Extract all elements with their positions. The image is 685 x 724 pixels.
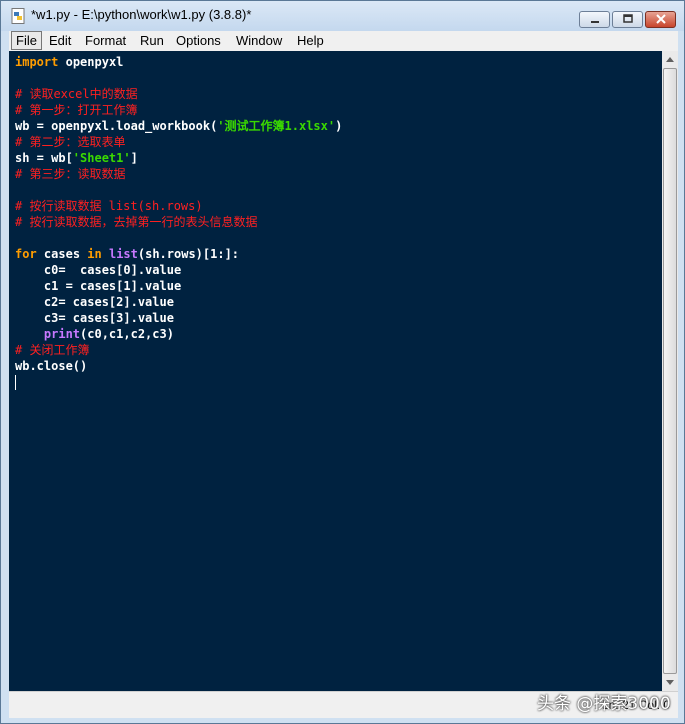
idle-editor-window: *w1.py - E:\python\work\w1.py (3.8.8)* F… [0, 0, 685, 724]
minimize-icon [590, 21, 599, 23]
code-line: print(c0,c1,c2,c3) [43, 327, 174, 341]
menu-options[interactable]: Options [172, 32, 225, 49]
title-bar[interactable]: *w1.py - E:\python\work\w1.py (3.8.8)* [1, 1, 684, 31]
watermark-text: 头条 @探索3000 [537, 694, 671, 714]
scrollbar-thumb[interactable] [663, 68, 677, 674]
arrow-up-icon [666, 57, 674, 62]
scroll-up-button[interactable] [662, 51, 678, 68]
code-line: # 第一步：打开工作簿 [15, 103, 138, 117]
code-line: # 第三步：读取数据 [15, 167, 126, 181]
code-line: wb = openpyxl.load_workbook('测试工作簿1.xlsx… [15, 119, 343, 133]
code-line: # 按行读取数据，去掉第一行的表头信息数据 [15, 215, 258, 229]
code-line: c1 = cases[1].value [15, 279, 182, 293]
code-line: # 读取excel中的数据 [15, 87, 138, 101]
menu-edit[interactable]: Edit [45, 32, 75, 49]
menu-format[interactable]: Format [81, 32, 130, 49]
code-line: sh = wb['Sheet1'] [15, 151, 138, 165]
code-text[interactable]: import openpyxl # 读取excel中的数据 # 第一步：打开工作… [15, 54, 342, 374]
menu-run[interactable]: Run [136, 32, 168, 49]
code-line: import openpyxl [15, 55, 124, 69]
code-line: c3= cases[3].value [15, 311, 174, 325]
code-line: # 按行读取数据 list(sh.rows) [15, 199, 203, 213]
code-line: # 关闭工作簿 [15, 343, 90, 357]
close-icon [655, 14, 666, 24]
menu-help[interactable]: Help [293, 32, 328, 49]
text-cursor [15, 375, 16, 390]
maximize-button[interactable] [612, 11, 643, 28]
maximize-icon [622, 14, 633, 23]
vertical-scrollbar[interactable] [662, 51, 678, 691]
code-line: wb.close() [15, 359, 88, 373]
close-button[interactable] [645, 11, 676, 28]
code-line: c2= cases[2].value [15, 295, 174, 309]
menu-window[interactable]: Window [232, 32, 286, 49]
code-editor[interactable]: import openpyxl # 读取excel中的数据 # 第一步：打开工作… [9, 51, 662, 691]
menu-file[interactable]: File [11, 31, 42, 50]
menu-bar: File Edit Format Run Options Window Help [9, 31, 678, 51]
python-file-icon [11, 8, 25, 24]
minimize-button[interactable] [579, 11, 610, 28]
code-line: for cases in list(sh.rows)[1:]: [15, 247, 240, 261]
code-line: c0= cases[0].value [15, 263, 182, 277]
code-line: # 第二步：选取表单 [15, 135, 126, 149]
window-title: *w1.py - E:\python\work\w1.py (3.8.8)* [31, 7, 252, 22]
